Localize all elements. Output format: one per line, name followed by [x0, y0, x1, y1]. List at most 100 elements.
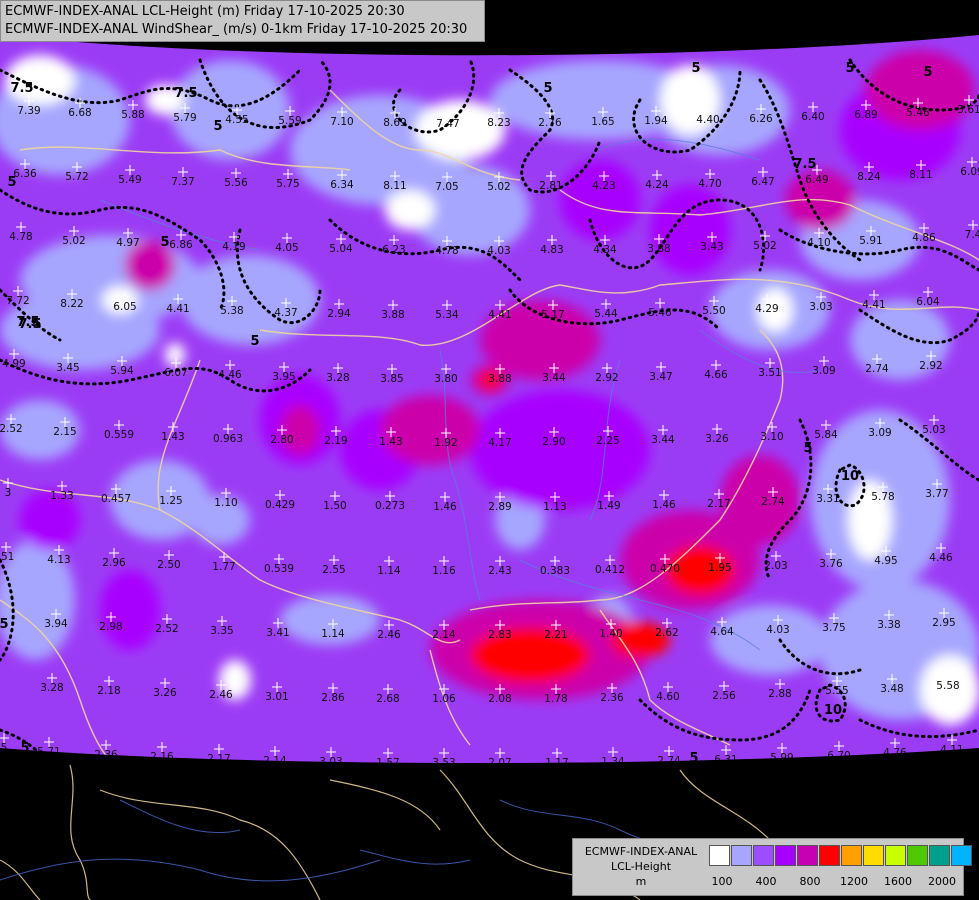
grid-value-label: 1.43: [161, 431, 184, 443]
contour-label: 7.5: [174, 86, 197, 101]
grid-value-label: 3.44: [651, 434, 675, 446]
grid-value-label: 6.86: [169, 239, 193, 251]
grid-value-label: 1.94: [644, 115, 668, 127]
title-line-lcl: ECMWF-INDEX-ANAL LCL-Height (m) Friday 1…: [5, 4, 405, 19]
grid-value-label: 4.05: [275, 242, 298, 254]
grid-value-label: 6.47: [751, 176, 774, 188]
grid-value-label: 4.66: [704, 369, 728, 381]
grid-value-label: 3.61: [957, 104, 979, 116]
grid-value-label: 4.17: [488, 437, 511, 449]
grid-value-label: 0.383: [540, 565, 570, 577]
legend-tick: 2000: [928, 875, 956, 888]
grid-value-label: 5.94: [110, 365, 134, 377]
grid-value-label: 2.52: [0, 423, 23, 435]
grid-value-label: 2.15: [53, 426, 76, 438]
grid-value-label: 7.10: [330, 116, 353, 128]
grid-value-label: 2.90: [542, 436, 565, 448]
grid-value-label: 6.34: [330, 179, 354, 191]
grid-value-label: 5.75: [276, 178, 299, 190]
grid-value-label: 3.26: [153, 687, 177, 699]
contour-label: 5: [213, 119, 222, 134]
grid-value-label: 2.21: [544, 629, 567, 641]
grid-value-label: 4.19: [222, 241, 245, 253]
grid-value-label: 6.07: [164, 367, 187, 379]
grid-value-label: 5.02: [487, 181, 510, 193]
grid-value-label: 2.92: [595, 372, 618, 384]
grid-value-label: 0.470: [650, 563, 680, 575]
legend-title-line1: ECMWF-INDEX-ANAL: [584, 845, 698, 858]
grid-value-label: 4.34: [593, 244, 617, 256]
grid-value-label: 7.39: [17, 105, 40, 117]
grid-value-label: 5.79: [173, 112, 196, 124]
grid-value-label: 3.38: [877, 619, 900, 631]
grid-value-label: 4.64: [710, 626, 734, 638]
grid-value-label: 5.38: [220, 305, 243, 317]
grid-value-label: 6.49: [805, 174, 828, 186]
grid-value-label: 7.4: [965, 229, 979, 241]
grid-value-label: 2.88: [768, 688, 791, 700]
grid-value-label: 6.36: [13, 168, 37, 180]
grid-value-label: 2.25: [596, 435, 619, 447]
grid-value-label: 4.41: [862, 299, 885, 311]
grid-value-label: 3.44: [542, 372, 566, 384]
legend-title-unit: m: [635, 875, 647, 888]
grid-value-label: 2.83: [488, 629, 511, 641]
grid-value-label: 3.35: [210, 625, 233, 637]
grid-value-label: 2.95: [932, 617, 955, 629]
grid-value-label: 2.36: [600, 692, 624, 704]
grid-value-label: 7.37: [171, 176, 194, 188]
grid-value-label: 5.02: [753, 240, 776, 252]
grid-value-label: 2.56: [712, 690, 736, 702]
grid-value-label: 1.33: [50, 490, 73, 502]
legend-tick: 1600: [884, 875, 912, 888]
grid-value-label: 3.95: [272, 371, 295, 383]
grid-value-label: 5.56: [224, 177, 248, 189]
grid-value-label: 2.76: [538, 117, 562, 129]
legend-swatch: [709, 845, 730, 866]
legend-swatch: [841, 845, 862, 866]
grid-value-label: 5.55: [825, 685, 848, 697]
grid-value-label: 5.34: [435, 309, 459, 321]
legend-title-line2: LCL-Height: [610, 860, 672, 873]
grid-value-label: 3.31: [816, 493, 839, 505]
legend-tick: 800: [799, 875, 821, 888]
grid-value-label: 8.23: [487, 117, 510, 129]
weather-map: 7.5 7.5 5 5 5 7.5 5 5 5 7.5 5 7.5 5 5 5 …: [0, 0, 979, 900]
legend-swatch: [797, 845, 818, 866]
grid-value-label: 3.09: [868, 427, 891, 439]
grid-value-label: 3.10: [760, 431, 783, 443]
grid-value-label: 1.14: [321, 628, 345, 640]
grid-value-label: 4.23: [592, 180, 615, 192]
grid-value-label: 4.03: [766, 624, 789, 636]
grid-value-label: 3.28: [326, 372, 349, 384]
grid-value-label: 1.16: [432, 565, 456, 577]
grid-value-label: 2.74: [865, 363, 889, 375]
grid-value-label: 1.43: [379, 436, 402, 448]
grid-value-label: 2.46: [377, 629, 401, 641]
grid-value-label: 5.50: [702, 305, 725, 317]
grid-value-label: 4.29: [755, 303, 778, 315]
legend-swatch: [951, 845, 972, 866]
contour-label: 5: [803, 441, 812, 456]
grid-value-label: 4.24: [645, 179, 669, 191]
grid-value-label: 1.78: [544, 693, 567, 705]
grid-value-label: 4.97: [116, 237, 139, 249]
grid-value-label: 3.48: [880, 683, 903, 695]
grid-value-label: 2.89: [488, 501, 511, 513]
contour-label: 7.5: [10, 81, 33, 96]
grid-value-label: 2.96: [102, 557, 126, 569]
grid-value-label: 3.75: [822, 622, 845, 634]
grid-value-label: 5.46: [648, 307, 672, 319]
grid-value-label: 4.78: [9, 231, 32, 243]
grid-value-label: 2.74: [761, 496, 785, 508]
grid-value-label: 5.58: [936, 680, 959, 692]
grid-value-label: 3.41: [266, 627, 289, 639]
grid-value-label: 5.49: [118, 174, 141, 186]
grid-value-label: 1.65: [591, 116, 614, 128]
grid-value-label: 3.47: [649, 371, 672, 383]
grid-value-label: 5.04: [329, 243, 353, 255]
legend-swatch: [753, 845, 774, 866]
grid-value-label: 2.98: [99, 621, 122, 633]
grid-value-label: 5.78: [871, 491, 894, 503]
grid-value-label: 0.539: [264, 563, 294, 575]
